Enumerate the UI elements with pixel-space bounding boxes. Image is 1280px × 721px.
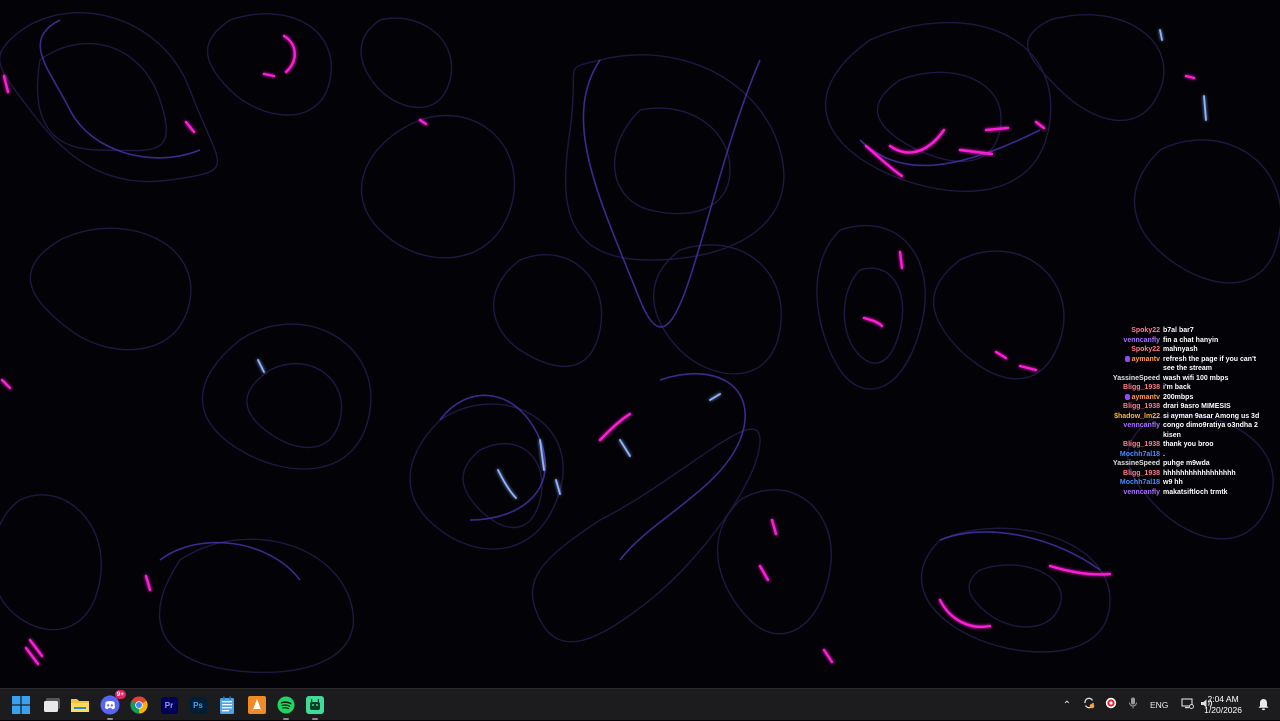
chat-username-text: aymantv — [1131, 355, 1160, 363]
chat-message-text: mahnyash — [1163, 346, 1198, 353]
chat-message: Spoky22 mahnyash — [1100, 345, 1260, 355]
chat-username-text: YassineSpeed — [1112, 374, 1160, 382]
chat-message-text: i'm back — [1163, 384, 1191, 391]
chat-username-text: Mochh7al18 — [1119, 479, 1160, 486]
chat-message-text: . — [1163, 450, 1165, 458]
chat-message-text: w9 hh — [1163, 479, 1183, 486]
chat-message-text: wash wifi 100 mbps — [1163, 374, 1229, 382]
chat-username-text: venncanfly — [1123, 336, 1160, 344]
chat-message-text: makatsiftloch trmtk — [1163, 488, 1228, 496]
chat-username-text: venncanfly — [1123, 488, 1160, 496]
chat-username[interactable]: aymantv — [1100, 393, 1160, 403]
chat-username-text: venncanfly — [1123, 422, 1160, 429]
chrome-icon[interactable] — [127, 693, 151, 717]
chat-message-text: b7al bar7 — [1163, 327, 1194, 334]
vlc-icon[interactable] — [245, 693, 269, 717]
chat-username-text: Bligg_1938 — [1123, 384, 1160, 391]
chat-message-text: hhhhhhhhhhhhhhhhh — [1163, 469, 1236, 477]
chat-username[interactable]: aymantv — [1100, 355, 1160, 365]
chat-message: venncanfly fin a chat hanyin — [1100, 336, 1260, 346]
windows-start-icon[interactable] — [9, 693, 33, 717]
microphone-icon[interactable] — [1126, 696, 1140, 714]
chat-username[interactable]: venncanfly — [1100, 421, 1160, 431]
clock-date: 1/20/2026 — [1204, 705, 1242, 715]
chat-username-text: YassineSpeed — [1112, 460, 1160, 467]
chat-message-text: thank you broo — [1163, 441, 1214, 448]
chat-message: aymantv refresh the page if you can't see… — [1100, 355, 1260, 374]
chat-message: $hadow_lm22 si ayman 9asar Among us 3d — [1100, 412, 1260, 422]
chat-username[interactable]: Spoky22 — [1100, 326, 1160, 336]
chat-username[interactable]: $hadow_lm22 — [1100, 412, 1160, 422]
language-indicator[interactable]: ENG — [1150, 700, 1168, 710]
notepad-icon[interactable] — [215, 693, 239, 717]
chat-message: Bligg_1938 hhhhhhhhhhhhhhhhh — [1100, 469, 1260, 479]
premiere-pro-icon[interactable]: Pr — [157, 693, 181, 717]
premiere-pro-label: Pr — [160, 696, 178, 714]
chat-username-text: Bligg_1938 — [1123, 441, 1160, 448]
chat-message: Bligg_1938 i'm back — [1100, 383, 1260, 393]
chat-username-text: aymantv — [1131, 393, 1160, 401]
chat-message-text: si ayman 9asar Among us 3d — [1163, 412, 1260, 420]
chat-message-text: refresh the page if you can't see the st… — [1163, 355, 1257, 373]
chat-username[interactable]: Mochh7al18 — [1100, 478, 1160, 488]
task-view-icon[interactable] — [40, 693, 64, 717]
chat-username[interactable]: venncanfly — [1100, 336, 1160, 346]
chat-message: Mochh7al18. — [1100, 450, 1260, 460]
chat-username-text: Bligg_1938 — [1123, 403, 1160, 410]
folder-icon[interactable] — [68, 693, 92, 717]
chat-username-text: Bligg_1938 — [1123, 469, 1160, 477]
chat-message-text: fin a chat hanyin — [1163, 336, 1219, 344]
chat-message: Bligg_1938 drari 9asro MIMESIS — [1100, 402, 1260, 412]
taskbar: 9+ Pr Ps ⌃ ENG 2:04 AM 1/20/2026 — [0, 688, 1280, 720]
android-app-icon[interactable] — [303, 693, 327, 720]
notification-icon[interactable] — [1257, 698, 1270, 716]
chat-username[interactable]: Mochh7al18 — [1100, 450, 1160, 460]
chat-username[interactable]: venncanfly — [1100, 488, 1160, 498]
chat-username[interactable]: Bligg_1938 — [1100, 383, 1160, 393]
clock-time: 2:04 AM — [1207, 694, 1239, 704]
chat-message: venncanfly makatsiftloch trmtk — [1100, 488, 1260, 498]
chat-username[interactable]: Bligg_1938 — [1100, 440, 1160, 450]
spotify-icon[interactable] — [274, 693, 298, 720]
sync-icon[interactable] — [1082, 696, 1096, 714]
chat-message: Bligg_1938 thank you broo — [1100, 440, 1260, 450]
chat-username-text: Spoky22 — [1131, 327, 1160, 334]
discord-icon[interactable]: 9+ — [98, 690, 126, 720]
chat-username[interactable]: YassineSpeed — [1100, 459, 1160, 469]
chat-message: aymantv 200mbps — [1100, 393, 1260, 403]
chat-message-text: puhge m9wda — [1163, 460, 1210, 467]
chat-message-text: 200mbps — [1163, 393, 1194, 401]
clock[interactable]: 2:04 AM 1/20/2026 — [1204, 694, 1242, 716]
chevron-up-icon[interactable]: ⌃ — [1060, 700, 1074, 711]
chat-message: Spoky22 b7al bar7 — [1100, 326, 1260, 336]
chat-message: venncanfly congo dimo9ratiya o3ndha 2 kis… — [1100, 421, 1260, 440]
chat-username-text: $hadow_lm22 — [1114, 412, 1160, 420]
chat-username-text: Spoky22 — [1131, 346, 1160, 353]
chat-message: Mochh7al18 w9 hh — [1100, 478, 1260, 488]
chat-message-text: drari 9asro MIMESIS — [1163, 403, 1231, 410]
security-app-icon[interactable] — [1104, 696, 1118, 714]
photoshop-label: Ps — [189, 696, 207, 714]
discord-badge: 9+ — [114, 690, 126, 699]
chat-username-text: Mochh7al18 — [1119, 450, 1160, 458]
chat-username[interactable]: Spoky22 — [1100, 345, 1160, 355]
live-chat-overlay: Spoky22 b7al bar7 venncanfly fin a chat han… — [1100, 326, 1260, 497]
chat-message-text: congo dimo9ratiya o3ndha 2 kisen — [1163, 422, 1258, 439]
photoshop-icon[interactable]: Ps — [186, 693, 210, 717]
chat-username[interactable]: Bligg_1938 — [1100, 402, 1160, 412]
chat-message: YassineSpeed puhge m9wda — [1100, 459, 1260, 469]
desktop-wallpaper — [0, 0, 1280, 688]
network-icon[interactable] — [1180, 696, 1194, 714]
chat-badge-icon — [1124, 355, 1130, 362]
chat-username[interactable]: YassineSpeed — [1100, 374, 1160, 384]
chat-username[interactable]: Bligg_1938 — [1100, 469, 1160, 479]
system-tray: ⌃ ENG — [1060, 689, 1213, 721]
chat-badge-icon — [1124, 393, 1130, 400]
chat-message: YassineSpeed wash wifi 100 mbps — [1100, 374, 1260, 384]
